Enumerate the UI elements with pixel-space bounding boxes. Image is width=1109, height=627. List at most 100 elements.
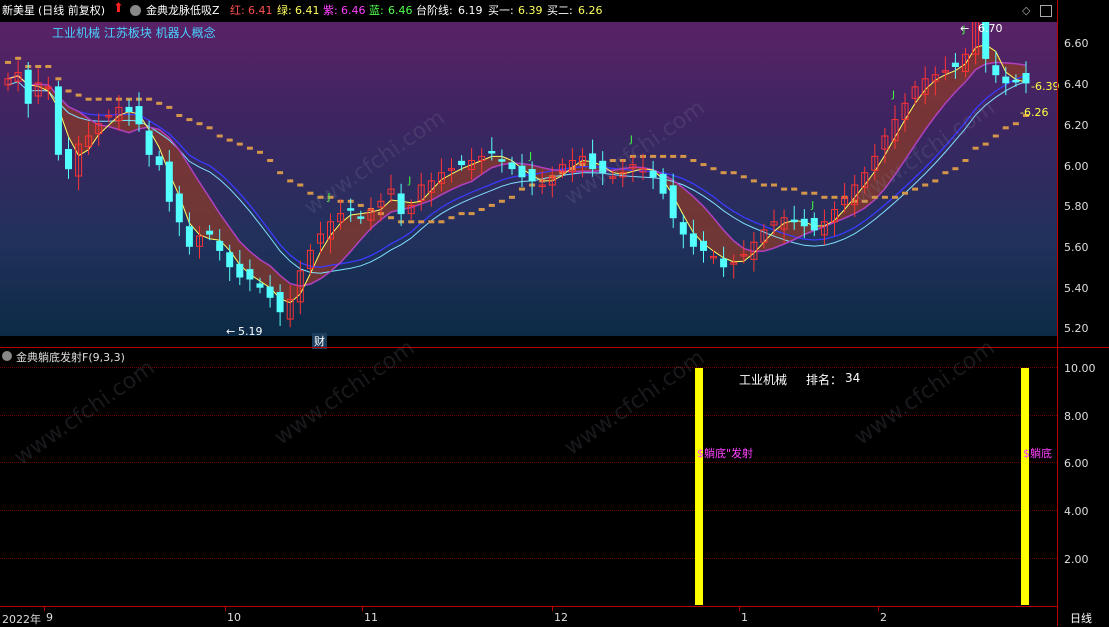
step-line-segment [448,216,455,220]
step-line-segment [35,65,42,68]
step-line-segment [176,114,183,117]
step-line-segment [357,203,364,207]
step-line-segment [811,191,818,195]
x-tick-mark [878,607,879,611]
step-line-segment [388,216,394,220]
blue-value: 6.46 [388,4,413,17]
red-label: 红: [230,4,245,17]
x-tick: 2 [880,611,887,624]
high-arrow-icon: ← [960,22,970,35]
stock-name[interactable]: 新美星 [2,4,35,18]
candle-body [397,193,405,215]
sub-y-tick: 6.00 [1064,457,1089,470]
candle-body [256,283,264,288]
step-line-segment [488,203,495,207]
step-line-segment [680,154,687,158]
step-line-segment [750,179,757,183]
candle-body [679,222,687,235]
candle-body [1022,73,1030,84]
candle-body [216,240,224,251]
step-line-segment [730,171,737,175]
sub-dropdown-icon[interactable] [2,351,12,361]
buy1-label: 买一: [488,4,514,17]
y-tick: 5.80 [1064,200,1089,213]
buy2-label: 买二: [547,4,573,17]
step-line-segment [5,60,11,64]
step-line-segment [912,187,919,191]
signal-text: $躺底"发射 [697,447,754,460]
step-line-segment [468,212,475,216]
step-line-segment [65,89,72,93]
dropdown-icon[interactable] [130,5,141,16]
step-line-segment [428,220,435,224]
j-marker: J [891,90,895,101]
high-price-label: 6.70 [978,22,1003,35]
j-marker: J [810,200,814,211]
period-label: (日线 前复权) [38,4,106,17]
grid-line [0,462,1057,463]
candle-body [206,230,214,235]
step-line-segment [196,122,203,126]
maximize-icon[interactable] [1040,5,1052,17]
x-tick: 12 [554,611,568,624]
step-line-segment [458,212,465,216]
x-tick: 1 [741,611,748,624]
buy2-value: 6.26 [578,4,603,17]
step-line-segment [478,208,485,211]
step-line-segment [952,167,959,171]
sub-indicator-header: 金典躺底发射F(9,3,3) [0,348,1057,364]
y-tick: 6.40 [1064,78,1089,91]
candle-body [65,149,72,170]
sector-tags[interactable]: 工业机械 江苏板块 机器人概念 [52,24,216,41]
x-tick: 9 [46,611,53,624]
step-line-segment [992,134,999,138]
step-line-segment [962,159,969,162]
step-line-segment [942,171,949,175]
candle-body [508,162,516,170]
step-line-segment [519,187,525,191]
step-line-segment [760,183,767,187]
sub-y-tick: 8.00 [1064,410,1089,423]
signal-bar [695,368,703,605]
candle-body [790,219,798,223]
candle-body [800,218,808,227]
step-line-segment [892,195,898,199]
candle-body [226,252,234,268]
step-label: 台阶线: [416,4,453,17]
step-line-segment [408,220,415,224]
x-tick-mark [552,607,553,611]
purple-value: 6.46 [341,4,366,17]
candle-body [458,160,466,166]
period-button[interactable]: 日线 [1070,610,1092,626]
candle-body [54,86,62,155]
step-line-segment [1012,122,1019,126]
step-line-segment [226,138,233,142]
signal-text: $躺底 [1023,447,1052,460]
industry-label: 工业机械 [739,373,788,387]
low-arrow-icon: ← [226,325,236,338]
step-line-segment [791,187,798,191]
step-line-segment [509,195,515,199]
x-tick-mark [362,607,363,611]
step-line-segment [156,101,163,105]
j-marker: J [407,175,411,186]
candle-body [518,165,526,178]
step-line-segment [55,77,62,81]
step-line-segment [498,199,505,203]
indicator-name[interactable]: 金典龙脉低吸Z [146,4,220,18]
step-line-segment [236,142,243,146]
diamond-icon[interactable]: ◇ [1022,4,1030,18]
up-arrow-icon: ⬆ [113,1,124,16]
candle-body [649,170,657,178]
x-tick-mark [225,607,226,611]
step-line-segment [146,97,153,101]
sub-y-tick: 10.00 [1064,362,1096,375]
candle-body [135,106,143,125]
grid-line [0,558,1057,559]
step-line-segment [85,97,92,101]
y-tick: 6.20 [1064,119,1089,132]
sub-indicator-title[interactable]: 金典躺底发射F(9,3,3) [16,349,125,365]
step-line-segment [297,183,304,187]
candle-body [669,185,677,219]
candle-body [347,208,355,211]
